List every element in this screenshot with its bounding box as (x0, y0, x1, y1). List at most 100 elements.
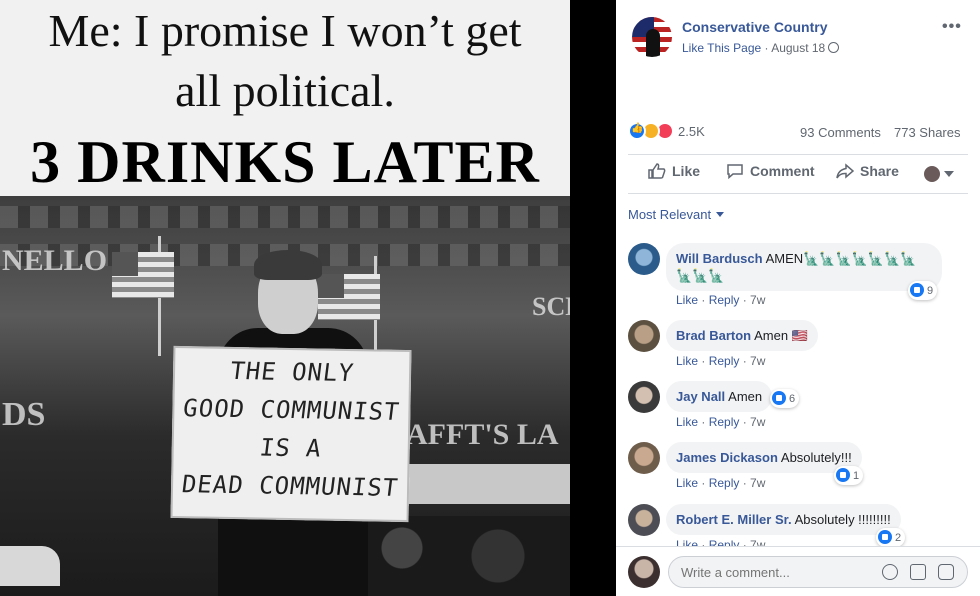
post-panel: Conservative Country Like This Page · Au… (616, 0, 980, 596)
commenter-name[interactable]: Robert E. Miller Sr. (676, 512, 792, 527)
commenter-avatar[interactable] (628, 243, 660, 275)
like-button[interactable]: Like (648, 163, 700, 179)
post-meta: Like This Page · August 18 (682, 41, 840, 55)
comment-time[interactable]: 7w (750, 415, 765, 429)
car (0, 546, 60, 586)
comment-button-label: Comment (750, 163, 815, 179)
comment-reply-link[interactable]: Reply (709, 476, 740, 490)
commenter-name[interactable]: James Dickason (676, 450, 778, 465)
comment-time[interactable]: 7w (750, 293, 765, 307)
comment-button[interactable]: Comment (726, 163, 815, 179)
comment-like-link[interactable]: Like (676, 538, 698, 546)
comment-like-link[interactable]: Like (676, 415, 698, 429)
sign-line: THE ONLY (228, 356, 356, 388)
globe-icon (828, 42, 840, 53)
like-reaction-icon (772, 391, 786, 405)
comment-reaction-count[interactable]: 1 (834, 466, 864, 485)
comment-composer (616, 546, 980, 596)
divider (628, 193, 968, 194)
like-icon (648, 163, 666, 179)
comment-bubble: Robert E. Miller Sr. Absolutely !!!!!!!!! (666, 504, 901, 535)
comment-item: James Dickason Absolutely!!! 1 Like · Rep… (628, 442, 968, 492)
reactions-bar: 2.5K 93 Comments 773 Shares (628, 121, 968, 145)
meme-caption-line-1: Me: I promise I won’t get (48, 5, 522, 56)
comment-sort-label: Most Relevant (628, 207, 712, 222)
comment-time[interactable]: 7w (750, 538, 765, 546)
caret-icon (944, 171, 954, 177)
comment-text: Amen 🇺🇸 (754, 328, 808, 343)
post-date[interactable]: August 18 (771, 41, 825, 55)
comment-reaction-number: 2 (895, 532, 902, 544)
emoji-icon[interactable] (882, 564, 898, 580)
like-button-label: Like (672, 163, 701, 179)
share-button[interactable]: Share (836, 163, 899, 179)
viewer-avatar (628, 556, 660, 588)
store-sign-left: NELLO (2, 244, 108, 277)
comment-reply-link[interactable]: Reply (709, 415, 740, 429)
sticker-icon[interactable] (938, 564, 954, 580)
comment-item: Robert E. Miller Sr. Absolutely !!!!!!!!!… (628, 504, 968, 546)
post-header: Conservative Country Like This Page · Au… (616, 0, 980, 70)
comment-like-link[interactable]: Like (676, 476, 698, 490)
comment-reply-link[interactable]: Reply (709, 293, 740, 307)
flag-left (112, 252, 174, 298)
comment-item: Jay Nall Amen 6 Like · Reply · 7w (628, 381, 968, 431)
store-awning (404, 464, 570, 504)
sign-line: IS A (258, 433, 324, 463)
more-icon[interactable]: ••• (942, 18, 962, 36)
meme-caption-line-3: 3 DRINKS LATER (30, 129, 540, 195)
meme-caption: Me: I promise I won’t get all political.… (0, 0, 570, 196)
commenter-avatar[interactable] (628, 320, 660, 352)
commenter-name[interactable]: Brad Barton (676, 328, 751, 343)
store-sign-right: SCH (532, 292, 570, 321)
meme-photo: NELLO SCH AFFT'S LA DS THE ONLY GOOD COM… (0, 196, 570, 596)
comment-time[interactable]: 7w (750, 354, 765, 368)
reaction-count[interactable]: 2.5K (678, 124, 705, 139)
comment-bubble: Brad Barton Amen 🇺🇸 (666, 320, 818, 351)
comments-count-link[interactable]: 93 Comments (800, 125, 881, 140)
comment-bubble: Jay Nall Amen (666, 381, 773, 412)
share-button-label: Share (860, 163, 899, 179)
comment-item: Will Bardusch AMEN🗽🗽🗽🗽🗽🗽🗽🗽🗽🗽 9 Like · Rep… (628, 243, 968, 309)
like-page-link[interactable]: Like This Page (682, 41, 761, 55)
audience-selector[interactable] (924, 166, 954, 184)
protest-sign: THE ONLY GOOD COMMUNIST IS A DEAD COMMUN… (170, 345, 412, 523)
comment-reaction-number: 9 (927, 285, 934, 297)
commenter-name[interactable]: Will Bardusch (676, 251, 763, 266)
chevron-down-icon (716, 212, 725, 217)
like-reaction-icon[interactable] (628, 122, 646, 140)
gif-icon[interactable] (910, 564, 926, 580)
page-avatar[interactable] (632, 17, 672, 57)
flag-right (318, 274, 380, 320)
commenter-name[interactable]: Jay Nall (676, 389, 725, 404)
comment-actions: Like · Reply · 7w (676, 354, 766, 368)
share-icon (836, 163, 854, 179)
comment-bubble: James Dickason Absolutely!!! (666, 442, 862, 473)
comment-sort-dropdown[interactable]: Most Relevant (628, 207, 725, 222)
divider (628, 154, 968, 155)
viewer-avatar (924, 166, 940, 182)
comment-text: Amen (728, 389, 763, 404)
commenter-avatar[interactable] (628, 381, 660, 413)
page-name-link[interactable]: Conservative Country (682, 19, 827, 35)
shares-count-link[interactable]: 773 Shares (894, 125, 961, 140)
comment-actions: Like · Reply · 7w (676, 538, 765, 546)
comment-reaction-count[interactable]: 9 (908, 281, 938, 300)
meme-caption-line-2: all political. (175, 65, 395, 116)
comment-reaction-count[interactable]: 2 (876, 528, 906, 546)
comment-reply-link[interactable]: Reply (709, 538, 740, 546)
comment-like-link[interactable]: Like (676, 293, 698, 307)
comment-reply-link[interactable]: Reply (709, 354, 740, 368)
comment-reaction-count[interactable]: 6 (770, 389, 800, 408)
like-reaction-icon (910, 283, 924, 297)
comment-icon (727, 164, 743, 179)
commenter-avatar[interactable] (628, 504, 660, 536)
comment-like-link[interactable]: Like (676, 354, 698, 368)
like-reaction-icon (878, 530, 892, 544)
comment-time[interactable]: 7w (750, 476, 765, 490)
post-actions: Like Comment Share (628, 156, 968, 192)
meta-separator: · (761, 41, 772, 55)
meme-image[interactable]: Me: I promise I won’t get all political.… (0, 0, 570, 596)
comment-actions: Like · Reply · 7w (676, 415, 766, 429)
commenter-avatar[interactable] (628, 442, 660, 474)
